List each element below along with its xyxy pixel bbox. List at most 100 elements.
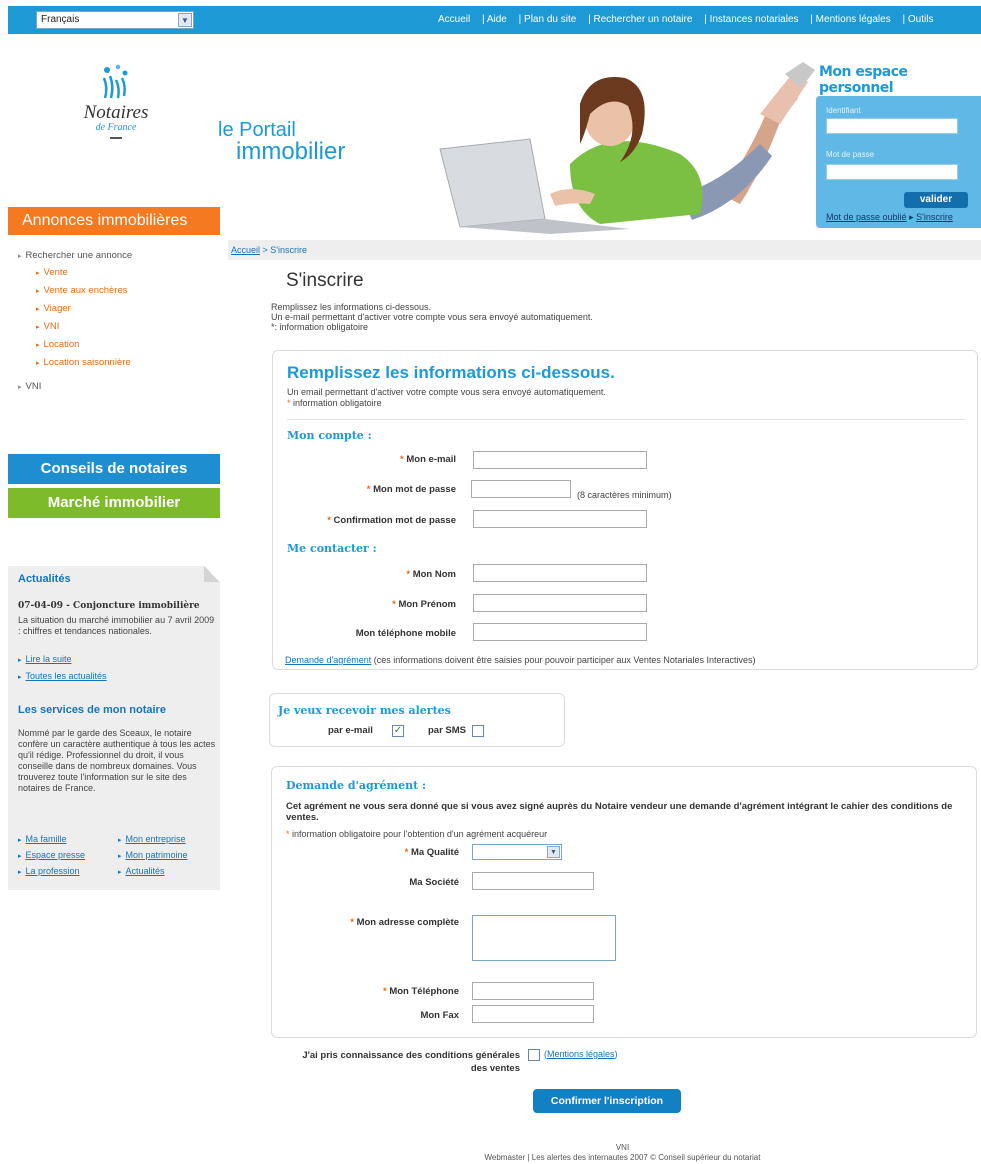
divider <box>287 419 965 420</box>
quality-label-text: Ma Qualité <box>410 847 459 858</box>
agrement-description: Cet agrément ne vous sera donné que si v… <box>286 801 953 823</box>
required-marker: * <box>404 847 409 858</box>
firstname-label: * Mon Prénom <box>392 599 456 610</box>
menu-item-location-saisonniere[interactable]: ▸ Location saisonnière <box>36 357 131 368</box>
marche-button[interactable]: Marché immobilier <box>8 488 220 518</box>
nav-legal[interactable]: | Mentions légales <box>810 14 890 25</box>
menu-search-label: Rechercher une annonce <box>25 250 133 261</box>
lastname-field[interactable] <box>473 564 647 582</box>
agrement-note-text: (ces informations doivent être saisies p… <box>371 655 756 665</box>
registration-form-box: Remplissez les informations ci-dessous. … <box>272 350 978 670</box>
breadcrumb-sep: > <box>260 245 271 255</box>
nav-tools[interactable]: | Outils <box>903 14 934 25</box>
bullet-icon: ▸ <box>18 674 22 681</box>
menu-vni[interactable]: ▸ VNI <box>18 381 41 392</box>
side-panel: Actualités 07-04-09 - Conjoncture immobi… <box>8 566 220 890</box>
phone-field[interactable] <box>472 982 594 1000</box>
hero-image <box>420 44 820 234</box>
password-field-label: * Mon mot de passe <box>367 484 456 495</box>
link-label[interactable]: Ma famille <box>26 834 67 844</box>
alert-sms-checkbox[interactable] <box>472 725 484 737</box>
nav-home[interactable]: Accueil <box>438 14 470 25</box>
bullet-icon: ▸ <box>118 869 122 876</box>
required-marker: * <box>286 829 290 839</box>
terms-link-wrap: (Mentions légales) <box>544 1049 618 1059</box>
notaires-logo-icon <box>102 64 128 99</box>
link-label[interactable]: Actualités <box>126 866 165 876</box>
top-bar: Français ▼ Accueil | Aide | Plan du site… <box>8 6 981 34</box>
breadcrumb-home[interactable]: Accueil <box>231 245 260 255</box>
menu-item-label: Vente <box>43 267 68 278</box>
confirm-registration-button[interactable]: Confirmer l'inscription <box>533 1089 681 1113</box>
bullet-icon: ▸ <box>36 270 40 277</box>
legal-mentions-link[interactable]: Mentions légales <box>547 1049 615 1059</box>
account-links: Mot de passe oublié ▸ S'inscrire <box>826 212 953 223</box>
nav-sitemap[interactable]: | Plan du site <box>519 14 577 25</box>
required-marker: * <box>350 917 354 928</box>
bullet-icon: ▸ <box>18 657 22 664</box>
portal-title-line2: immobilier <box>236 138 346 165</box>
read-more-label[interactable]: Lire la suite <box>26 654 72 664</box>
bullet-icon: ▸ <box>18 253 22 260</box>
link-mon-entreprise[interactable]: ▸ Mon entreprise <box>118 834 186 844</box>
agrement-heading: Demande d'agrément : <box>286 779 427 792</box>
link-label[interactable]: Mon patrimoine <box>126 850 188 860</box>
link-ma-famille[interactable]: ▸ Ma famille <box>18 834 67 844</box>
menu-search-annonce[interactable]: ▸ Rechercher une annonce <box>18 250 132 261</box>
menu-item-vente[interactable]: ▸ Vente <box>36 267 68 278</box>
password-input[interactable] <box>826 164 958 180</box>
menu-item-viager[interactable]: ▸ Viager <box>36 303 71 314</box>
identifier-input[interactable] <box>826 118 958 134</box>
menu-item-encheres[interactable]: ▸ Vente aux enchères <box>36 285 128 296</box>
nav-find-notary[interactable]: | Rechercher un notaire <box>588 14 692 25</box>
intro-line3: *: information obligatoire <box>271 322 369 332</box>
email-field[interactable] <box>473 451 647 469</box>
annonces-header[interactable]: Annonces immobilières <box>8 207 220 235</box>
alerts-box: Je veux recevoir mes alertes par e-mail … <box>269 693 565 747</box>
mobile-field[interactable] <box>473 623 647 641</box>
register-link[interactable]: S'inscrire <box>916 212 953 222</box>
menu-item-vni[interactable]: ▸ VNI <box>36 321 59 332</box>
agrement-box: Demande d'agrément : Cet agrément ne vou… <box>271 766 977 1038</box>
menu-item-location[interactable]: ▸ Location <box>36 339 79 350</box>
fax-field[interactable] <box>472 1005 594 1023</box>
nav-help[interactable]: | Aide <box>482 14 507 25</box>
required-note: information obligatoire <box>293 398 382 408</box>
services-heading: Les services de mon notaire <box>18 704 166 716</box>
forgot-password-link[interactable]: Mot de passe oublié <box>826 212 907 222</box>
bullet-icon: ▸ <box>36 306 40 313</box>
news-title: 07-04-09 - Conjoncture immobilière <box>18 601 200 611</box>
all-news-link[interactable]: ▸ Toutes les actualités <box>18 671 107 681</box>
link-la-profession[interactable]: ▸ La profession <box>18 866 80 876</box>
link-espace-presse[interactable]: ▸ Espace presse <box>18 850 85 860</box>
terms-checkbox[interactable] <box>528 1049 540 1061</box>
bullet-icon: ▸ <box>36 360 40 367</box>
alerts-heading: Je veux recevoir mes alertes <box>278 704 451 717</box>
read-more-link[interactable]: ▸ Lire la suite <box>18 654 72 664</box>
top-nav: Accueil | Aide | Plan du site | Recherch… <box>438 14 942 25</box>
link-label[interactable]: La profession <box>26 866 80 876</box>
bullet-icon: ▸ <box>118 837 122 844</box>
firstname-field[interactable] <box>473 594 647 612</box>
company-field[interactable] <box>472 872 594 890</box>
conseils-button[interactable]: Conseils de notaires <box>8 454 220 484</box>
link-mon-patrimoine[interactable]: ▸ Mon patrimoine <box>118 850 188 860</box>
paren-close: ) <box>614 1049 618 1059</box>
confirm-password-field[interactable] <box>473 510 647 528</box>
alert-email-checkbox[interactable]: ✓ <box>392 725 404 737</box>
link-label[interactable]: Mon entreprise <box>126 834 186 844</box>
password-field[interactable] <box>471 480 571 498</box>
validate-button[interactable]: valider <box>904 192 968 208</box>
notaires-logo[interactable]: Notaires de France <box>66 62 166 152</box>
nav-instances[interactable]: | Instances notariales <box>704 14 798 25</box>
form-subtext-line1: Un email permettant d'activer votre comp… <box>287 387 606 397</box>
language-select[interactable]: Français ▼ <box>36 11 194 29</box>
all-news-label[interactable]: Toutes les actualités <box>26 671 107 681</box>
agrement-note: Demande d'agrément (ces informations doi… <box>285 655 755 665</box>
agrement-link[interactable]: Demande d'agrément <box>285 655 371 665</box>
quality-select[interactable]: ▼ <box>472 844 562 860</box>
link-actualites[interactable]: ▸ Actualités <box>118 866 165 876</box>
address-textarea[interactable] <box>472 915 616 961</box>
firstname-label-text: Mon Prénom <box>398 599 456 610</box>
link-label[interactable]: Espace presse <box>26 850 86 860</box>
